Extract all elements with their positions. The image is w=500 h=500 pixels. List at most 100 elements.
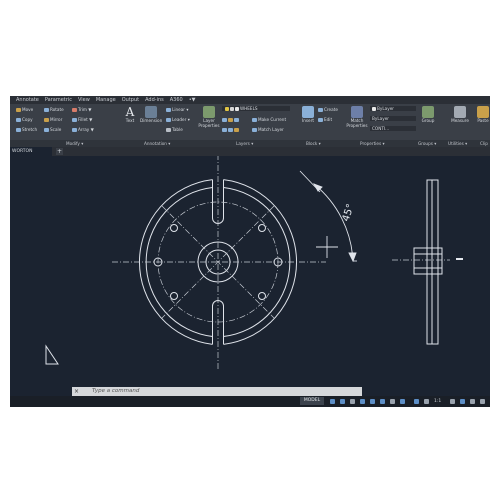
measure-button[interactable]: Measure	[450, 106, 470, 123]
table-icon	[166, 128, 171, 132]
tab-add-ins[interactable]: Add-ins	[145, 96, 164, 104]
match-layer-button[interactable]: Match Layer	[252, 127, 284, 132]
ucs-icon	[45, 344, 59, 365]
match-properties-button[interactable]: Match Properties	[346, 106, 368, 128]
annotation-scale-icon[interactable]	[424, 399, 429, 404]
dimension-arrowhead	[348, 252, 357, 263]
color-swatch-icon	[372, 107, 376, 111]
layer-icon[interactable]	[228, 128, 233, 132]
utilities-panel-label[interactable]: Utilities ▾	[448, 141, 467, 146]
mirror-tool[interactable]: Mirror	[44, 117, 62, 122]
create-block-button[interactable]: Create	[318, 107, 338, 112]
groups-panel-label[interactable]: Groups ▾	[418, 141, 436, 146]
bolt-hole	[258, 224, 266, 232]
move-tool[interactable]: Move	[16, 107, 33, 112]
dimension-button[interactable]: Dimension	[140, 106, 162, 123]
customization-icon[interactable]	[480, 399, 485, 404]
autocad-window: Annotate Parametric View Manage Output Add-in…	[10, 96, 490, 407]
lineweight-dropdown[interactable]: ByLayer	[370, 116, 416, 121]
layer-icon[interactable]	[222, 118, 227, 122]
match-layer-icon	[252, 128, 257, 132]
tab-parametric[interactable]: Parametric	[45, 96, 72, 104]
insert-button[interactable]: Insert	[300, 106, 316, 123]
edit-icon	[318, 118, 323, 122]
object-snap-icon[interactable]	[380, 399, 385, 404]
tab-more[interactable]: •▼	[189, 96, 196, 104]
leader-icon	[166, 118, 171, 122]
fillet-icon	[72, 118, 77, 122]
tab-manage[interactable]: Manage	[96, 96, 116, 104]
model-space-button[interactable]: MODEL	[300, 397, 324, 405]
layers-panel: Layer Properties WHEELS Make Current Mat…	[198, 104, 298, 140]
close-icon[interactable]: ×	[74, 387, 79, 396]
isodraft-icon[interactable]	[370, 399, 375, 404]
grid-icon[interactable]	[330, 399, 335, 404]
trim-tool[interactable]: Trim ▼	[72, 107, 91, 112]
scale-icon	[44, 128, 49, 132]
stretch-icon	[16, 128, 21, 132]
tab-annotate[interactable]: Annotate	[16, 96, 39, 104]
color-swatch-icon	[235, 107, 239, 111]
leader-tool[interactable]: Leader ▾	[166, 117, 190, 122]
layers-panel-label[interactable]: Layers ▾	[236, 141, 253, 146]
paste-button[interactable]: Paste	[476, 106, 490, 123]
group-icon	[422, 106, 434, 118]
make-current-button[interactable]: Make Current	[252, 117, 286, 122]
block-panel: Insert Create Edit	[300, 104, 344, 140]
new-tab-button[interactable]: +	[56, 148, 63, 155]
linear-tool[interactable]: Linear ▾	[166, 107, 188, 112]
array-tool[interactable]: Array ▼	[72, 127, 94, 132]
sun-icon	[230, 107, 234, 111]
bolt-hole	[170, 292, 178, 300]
isolate-icon[interactable]	[460, 399, 465, 404]
rotate-tool[interactable]: Rotate	[44, 107, 64, 112]
lineweight-icon[interactable]	[390, 399, 395, 404]
table-tool[interactable]: Table	[166, 127, 183, 132]
clean-screen-icon[interactable]	[470, 399, 475, 404]
lightbulb-icon	[225, 107, 229, 111]
layer-icon[interactable]	[228, 118, 233, 122]
polar-icon[interactable]	[360, 399, 365, 404]
clipboard-panel-label[interactable]: Clip	[480, 141, 488, 146]
modify-panel-label[interactable]: Modify ▾	[66, 141, 83, 146]
properties-panel-label[interactable]: Properties ▾	[360, 141, 385, 146]
workspace-icon[interactable]	[450, 399, 455, 404]
selection-cycling-icon[interactable]	[414, 399, 419, 404]
block-panel-label[interactable]: Block ▾	[306, 141, 321, 146]
color-dropdown[interactable]: ByLayer	[370, 106, 416, 111]
file-tab-worton[interactable]: WORTON	[10, 147, 52, 156]
bolt-hole	[258, 292, 266, 300]
annotation-panel-label[interactable]: Annotation ▾	[144, 141, 170, 146]
copy-tool[interactable]: Copy	[16, 117, 33, 122]
drawing-canvas[interactable]: 45°	[10, 154, 490, 394]
fillet-tool[interactable]: Fillet ▼	[72, 117, 92, 122]
cad-drawing: 45°	[45, 154, 463, 370]
copy-icon	[16, 118, 21, 122]
layer-properties-button[interactable]: Layer Properties	[198, 106, 220, 128]
command-input[interactable]: Type a command	[92, 387, 139, 396]
file-tabs: WORTON +	[10, 147, 490, 156]
create-icon	[318, 108, 323, 112]
layer-icon[interactable]	[234, 128, 239, 132]
stretch-tool[interactable]: Stretch	[16, 127, 37, 132]
ribbon: Move Copy Stretch Rotate Mirror Scale Tr…	[10, 104, 490, 141]
ortho-icon[interactable]	[350, 399, 355, 404]
annotation-panel: A Text Dimension Linear ▾ Leader ▾ Table	[118, 104, 198, 140]
tab-output[interactable]: Output	[122, 96, 139, 104]
linetype-dropdown[interactable]: CONTI...	[370, 126, 416, 131]
command-line[interactable]: × Type a command	[72, 387, 362, 396]
tab-view[interactable]: View	[78, 96, 90, 104]
text-button[interactable]: A Text	[122, 106, 138, 123]
layer-icon[interactable]	[234, 118, 239, 122]
layer-icon[interactable]	[222, 128, 227, 132]
transparency-icon[interactable]	[400, 399, 405, 404]
annotation-scale[interactable]: 1:1	[434, 397, 441, 406]
make-current-icon	[252, 118, 257, 122]
group-button[interactable]: Group	[420, 106, 436, 123]
snap-icon[interactable]	[340, 399, 345, 404]
scale-tool[interactable]: Scale	[44, 127, 61, 132]
edit-block-button[interactable]: Edit	[318, 117, 332, 122]
tab-a360[interactable]: A360	[170, 96, 183, 104]
layer-dropdown[interactable]: WHEELS	[222, 106, 290, 111]
angle-dimension-label: 45°	[341, 203, 357, 223]
